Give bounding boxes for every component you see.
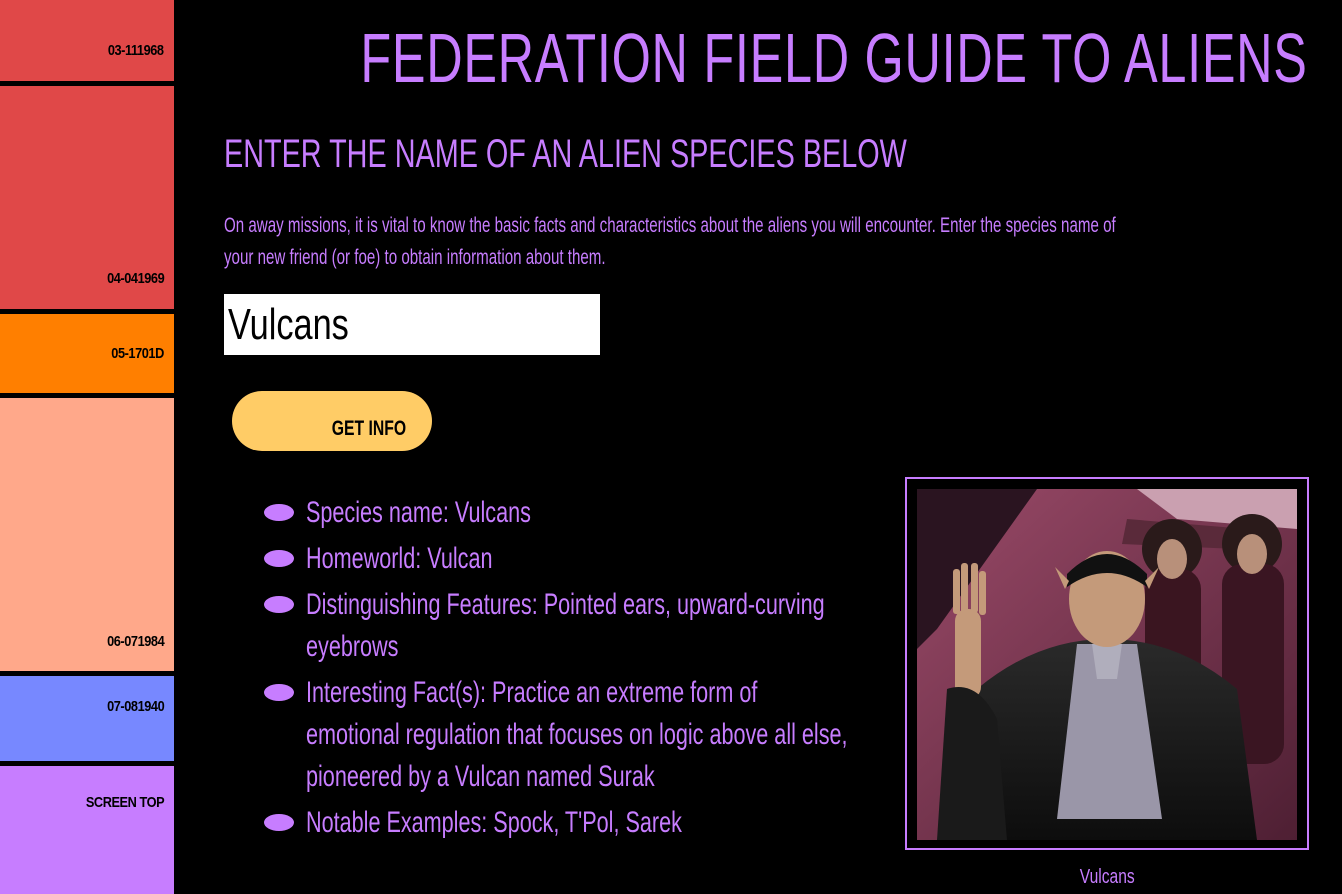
distinguishing-features: Distinguishing Features: Pointed ears, u… bbox=[306, 588, 825, 663]
species-image-frame bbox=[905, 477, 1309, 850]
species-info-list: Species name: Vulcans Homeworld: Vulcan … bbox=[262, 492, 882, 848]
bullet-icon bbox=[264, 550, 294, 567]
list-item: Notable Examples: Spock, T'Pol, Sarek bbox=[262, 802, 882, 844]
bullet-icon bbox=[264, 596, 294, 613]
sidebar-block-label: 07-081940 bbox=[106, 698, 165, 715]
sidebar-block-4: 06-071984 bbox=[0, 398, 174, 671]
list-item: Homeworld: Vulcan bbox=[262, 538, 882, 580]
intro-line-1: On away missions, it is vital to know th… bbox=[224, 214, 1116, 237]
list-item: Species name: Vulcans bbox=[262, 492, 882, 534]
sidebar-block-3: 05-1701D bbox=[0, 314, 174, 393]
intro-text: On away missions, it is vital to know th… bbox=[224, 210, 1304, 274]
screen-top-link[interactable]: SCREEN TOP bbox=[0, 766, 174, 894]
list-item: Distinguishing Features: Pointed ears, u… bbox=[262, 584, 882, 668]
sidebar-block-label: 05-1701D bbox=[111, 345, 164, 362]
page-subtitle: ENTER THE NAME OF AN ALIEN SPECIES BELOW bbox=[224, 132, 907, 176]
screen-top-label: SCREEN TOP bbox=[85, 794, 165, 811]
intro-line-2: your new friend (or foe) to obtain infor… bbox=[224, 246, 606, 269]
image-caption-text: Vulcans bbox=[1079, 866, 1135, 888]
get-info-button[interactable]: GET INFO bbox=[232, 391, 432, 451]
page-title: FEDERATION FIELD GUIDE TO ALIENS bbox=[360, 19, 1308, 97]
species-search-input[interactable]: Vulcans bbox=[224, 294, 600, 355]
notable-examples: Notable Examples: Spock, T'Pol, Sarek bbox=[306, 806, 682, 839]
image-caption: Vulcans bbox=[905, 866, 1309, 889]
list-item: Interesting Fact(s): Practice an extreme… bbox=[262, 672, 882, 798]
bullet-icon bbox=[264, 814, 294, 831]
sidebar-block-2: 04-041969 bbox=[0, 86, 174, 309]
sidebar-block-label: 04-041969 bbox=[106, 270, 165, 287]
interesting-fact: Interesting Fact(s): Practice an extreme… bbox=[306, 676, 848, 793]
sidebar: 03-111968 04-041969 05-1701D 06-071984 0… bbox=[0, 0, 174, 894]
bullet-icon bbox=[264, 504, 294, 521]
species-search-value: Vulcans bbox=[228, 300, 349, 349]
sidebar-block-1: 03-111968 bbox=[0, 0, 174, 81]
bullet-icon bbox=[264, 684, 294, 701]
homeworld: Homeworld: Vulcan bbox=[306, 542, 493, 575]
sidebar-block-5: 07-081940 bbox=[0, 676, 174, 761]
sidebar-block-label: 06-071984 bbox=[106, 633, 165, 650]
vulcan-photo-illustration bbox=[917, 489, 1297, 840]
species-image bbox=[917, 489, 1297, 840]
get-info-label: GET INFO bbox=[331, 417, 406, 440]
sidebar-block-label: 03-111968 bbox=[108, 42, 164, 59]
species-name: Species name: Vulcans bbox=[306, 496, 531, 529]
